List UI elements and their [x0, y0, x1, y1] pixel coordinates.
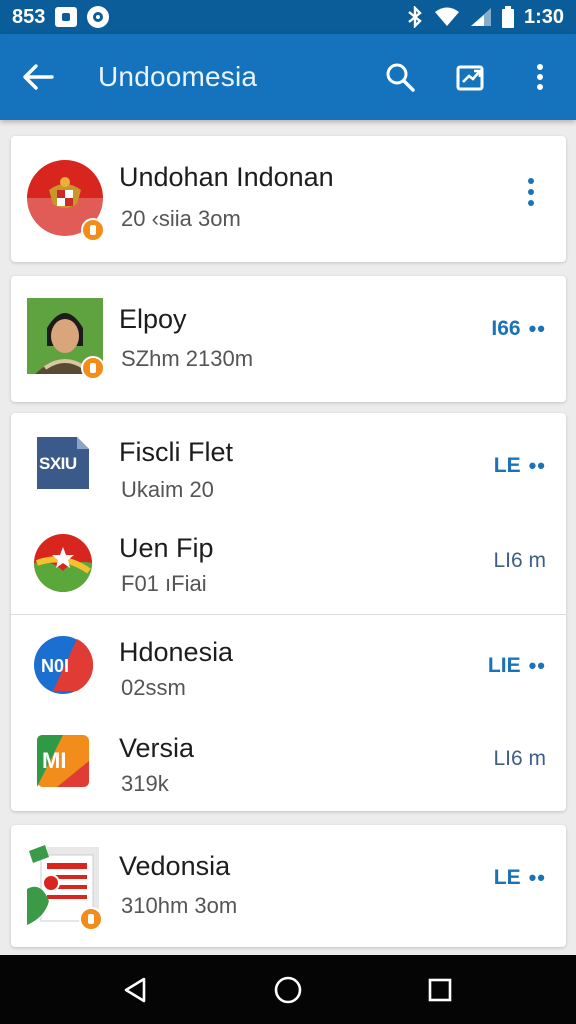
- app-icon-text: SXIU: [39, 454, 77, 473]
- page-title: Undoomesia: [98, 61, 258, 92]
- item-name: Uen Fip: [119, 533, 214, 563]
- item-action[interactable]: LI6 m: [493, 747, 546, 771]
- list-item[interactable]: MI Versia 319k LI6 m: [11, 711, 566, 811]
- bluetooth-icon: [406, 6, 424, 28]
- item-name: Vedonsia: [119, 851, 231, 881]
- item-subtitle: Ukaim 20: [121, 477, 214, 502]
- search-icon[interactable]: [378, 55, 422, 99]
- garuda-emblem-icon: [27, 160, 105, 250]
- list-card: Elpoy SZhm 2130m I66 ••: [11, 276, 566, 402]
- system-nav-bar: [0, 955, 576, 1024]
- more-vert-icon[interactable]: [518, 55, 562, 99]
- list-card: Undohan Indonan 20 ‹siia 3om: [11, 136, 566, 262]
- battery-icon: [501, 6, 514, 28]
- item-action-label: LI6 m: [493, 549, 546, 572]
- list-card: SXIU Fiscli Flet Ukaim 20 LE •• Uen Fip …: [11, 413, 566, 811]
- list-item[interactable]: Elpoy SZhm 2130m I66 ••: [11, 288, 566, 388]
- more-vert-icon[interactable]: [528, 178, 536, 206]
- more-horiz-icon: ••: [528, 865, 546, 890]
- item-name: Hdonesia: [119, 637, 234, 667]
- back-triangle-icon[interactable]: [114, 968, 158, 1012]
- arrow-left-icon[interactable]: [18, 57, 58, 97]
- item-subtitle: F01 ıFiai: [121, 571, 207, 596]
- item-action-label: LE: [493, 454, 521, 477]
- status-time: 1:30: [523, 5, 564, 28]
- status-badge: [81, 218, 105, 242]
- list-card: Vedonsia 310hm 3om LE ••: [11, 825, 566, 947]
- item-action[interactable]: LE ••: [494, 453, 546, 479]
- list-item[interactable]: Uen Fip F01 ıFiai LI6 m: [11, 515, 566, 615]
- list-item[interactable]: N0I Hdonesia 02ssm LIE ••: [11, 617, 566, 717]
- list-item[interactable]: SXIU Fiscli Flet Ukaim 20 LE ••: [11, 417, 566, 517]
- news-stack-icon: [27, 841, 103, 931]
- item-subtitle: SZhm 2130m: [121, 346, 254, 371]
- flag-ball-icon: [33, 533, 93, 593]
- item-action-label: LIE: [487, 654, 521, 677]
- item-action[interactable]: LE ••: [494, 865, 546, 891]
- notification-icon: [55, 7, 78, 27]
- item-action-label: LI6 m: [493, 747, 546, 770]
- app-bar: Undoomesia: [0, 34, 576, 120]
- more-horiz-icon: ••: [528, 316, 546, 341]
- list-item[interactable]: Vedonsia 310hm 3om LE ••: [11, 833, 566, 933]
- item-action[interactable]: LIE ••: [488, 653, 546, 679]
- status-badge: [81, 356, 105, 380]
- item-name: Versia: [119, 733, 195, 763]
- item-action[interactable]: I66 ••: [491, 316, 546, 342]
- mi-app-icon: MI: [33, 731, 93, 791]
- more-horiz-icon: ••: [528, 653, 546, 678]
- signal-icon: [470, 7, 492, 27]
- item-subtitle: 20 ‹siia 3om: [121, 206, 241, 231]
- sxiu-app-icon: SXIU: [33, 433, 93, 493]
- item-subtitle: 319k: [121, 771, 169, 796]
- item-action[interactable]: LI6 m: [493, 549, 546, 573]
- item-action-label: I66: [491, 317, 521, 340]
- recents-square-icon[interactable]: [418, 968, 462, 1012]
- home-circle-icon[interactable]: [266, 968, 310, 1012]
- status-left-text: 853: [12, 5, 46, 28]
- portrait-photo: [27, 298, 105, 380]
- share-icon[interactable]: [448, 55, 492, 99]
- item-action-label: LE: [493, 866, 521, 889]
- item-subtitle: 310hm 3om: [121, 893, 238, 918]
- item-name: Undohan Indonan: [119, 162, 334, 192]
- item-name: Elpoy: [119, 304, 187, 334]
- app-icon-text: MI: [42, 748, 67, 773]
- item-subtitle: 02ssm: [121, 675, 186, 700]
- more-horiz-icon: ••: [528, 453, 546, 478]
- item-name: Fiscli Flet: [119, 437, 233, 467]
- status-badge: [79, 907, 103, 931]
- divider: [11, 614, 566, 615]
- app-icon-text: N0I: [41, 656, 70, 676]
- wifi-icon: [434, 7, 460, 27]
- sync-icon: [87, 6, 110, 28]
- list-item[interactable]: Undohan Indonan 20 ‹siia 3om: [11, 148, 566, 250]
- status-bar: 853 1:30: [0, 0, 576, 34]
- noi-app-icon: N0I: [33, 635, 94, 695]
